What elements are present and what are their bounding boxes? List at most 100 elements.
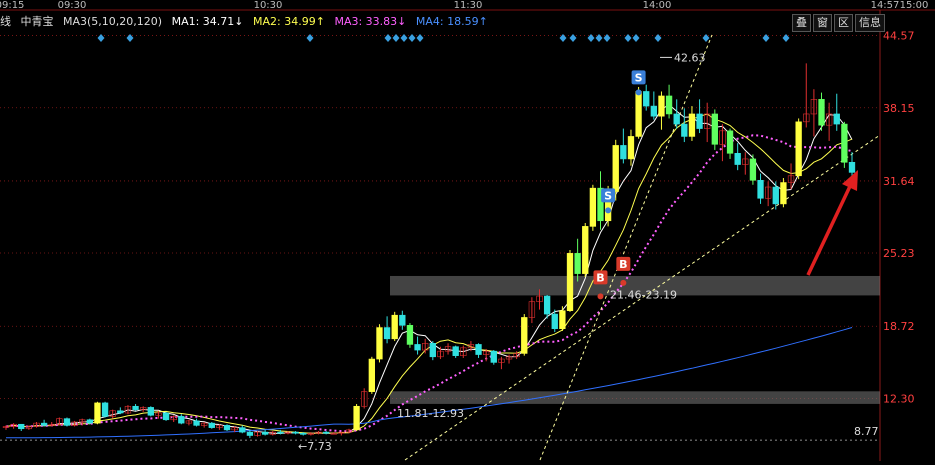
arrow-shaft [806, 181, 854, 276]
signal-diamond [384, 34, 392, 42]
signal-diamond [97, 34, 105, 42]
candle-body [246, 431, 254, 436]
marker-s-label: S [635, 71, 643, 84]
candle-body [437, 350, 444, 358]
candle-body [284, 431, 292, 434]
time-label: 11:30 [454, 0, 483, 11]
candle-body [269, 431, 276, 435]
candle-body [254, 431, 261, 436]
candle-body [505, 356, 513, 360]
time-label: 10:30 [254, 0, 283, 11]
candle-body [239, 427, 246, 433]
candle-body [406, 325, 414, 345]
signal-diamond [408, 34, 416, 42]
ma4-line [5, 327, 853, 439]
candle-body [490, 350, 497, 363]
ma1-line [5, 104, 853, 435]
candle-body [589, 187, 597, 227]
marker-dot [635, 89, 642, 96]
stock-name[interactable]: 中青宝 [21, 15, 54, 28]
candle-body [330, 432, 337, 435]
candle-body [818, 99, 825, 126]
candle-body [825, 113, 833, 126]
candle-body [315, 431, 322, 434]
zone-label-high: 21.46-23.19 [610, 288, 677, 301]
candle-body [833, 113, 840, 125]
candle-body [566, 253, 574, 312]
candle-body [193, 420, 200, 426]
candle-body [543, 295, 551, 315]
ma2-line [5, 113, 853, 434]
ma-definition[interactable]: MA3(5,10,20,120) [63, 15, 162, 28]
candle-body [803, 113, 810, 123]
candle-body [48, 423, 55, 426]
candle-body [277, 431, 284, 434]
marker-s-label: S [604, 189, 612, 202]
range-button[interactable]: 区 [834, 14, 853, 32]
candle-body [734, 153, 741, 165]
candle-body [2, 426, 10, 428]
candle-body [582, 226, 589, 274]
candle-body [742, 158, 749, 165]
candle-body [223, 425, 231, 431]
candle-body [848, 161, 856, 173]
candle-body [307, 432, 315, 435]
candle-body [810, 99, 818, 115]
candle-body [170, 416, 177, 421]
candle-body [101, 402, 109, 417]
signal-diamond [400, 34, 408, 42]
signal-diamond [392, 34, 400, 42]
signal-diamond [416, 34, 424, 42]
candle-body [185, 420, 193, 424]
candle-body [757, 179, 764, 199]
candle-body [10, 423, 17, 427]
candle-body [795, 121, 802, 177]
candle-body [56, 418, 63, 425]
candle-body [841, 123, 848, 163]
candle-body [361, 391, 368, 407]
candle-body [452, 346, 459, 356]
y-tick-label: 31.64 [883, 175, 915, 188]
candle-body [40, 422, 48, 426]
window-button[interactable]: 窗 [813, 14, 832, 32]
candle-body [658, 95, 665, 117]
time-label: 14:57 [871, 0, 900, 11]
candle-body [71, 421, 78, 426]
candle-body [345, 429, 353, 433]
support-zone [390, 391, 880, 404]
zone-label-low: 11.81-12.93 [397, 407, 464, 420]
candle-body [467, 344, 475, 349]
candle-body [726, 130, 734, 154]
marker-dot [620, 279, 627, 286]
candle-body [208, 422, 215, 428]
candle-body [162, 412, 170, 421]
candle-body [688, 113, 696, 137]
info-button[interactable]: 信息 [855, 14, 885, 32]
candle-body [216, 425, 223, 428]
signal-diamond [569, 34, 577, 42]
candle-body [33, 422, 40, 427]
candle-body [559, 310, 566, 329]
candle-body [627, 136, 635, 160]
overlay-button[interactable]: 叠 [792, 14, 811, 32]
candle-body [429, 343, 436, 358]
candle-body [368, 358, 375, 392]
ma4-value: MA4: 18.59↑ [415, 15, 488, 28]
candle-body [322, 431, 330, 434]
candle-body [772, 186, 779, 205]
candle-body [391, 314, 398, 340]
candle-body [300, 432, 307, 435]
candle-body [483, 350, 490, 355]
candle-body [681, 123, 688, 137]
candle-body [178, 416, 185, 424]
marker-b-label: B [619, 258, 627, 271]
intraday-low-label: ←7.73 [298, 440, 332, 453]
kline-chart[interactable]: 09:1509:3010:3011:3014:0014:5715:0044.57… [0, 0, 935, 461]
candle-body [673, 113, 680, 125]
candle-body [620, 145, 627, 160]
candle-body [201, 422, 208, 426]
signal-diamond [632, 34, 640, 42]
candle-body [787, 175, 795, 183]
chart-canvas[interactable]: 09:1509:3010:3011:3014:0014:5715:0044.57… [0, 0, 935, 461]
candle-body [117, 410, 124, 414]
